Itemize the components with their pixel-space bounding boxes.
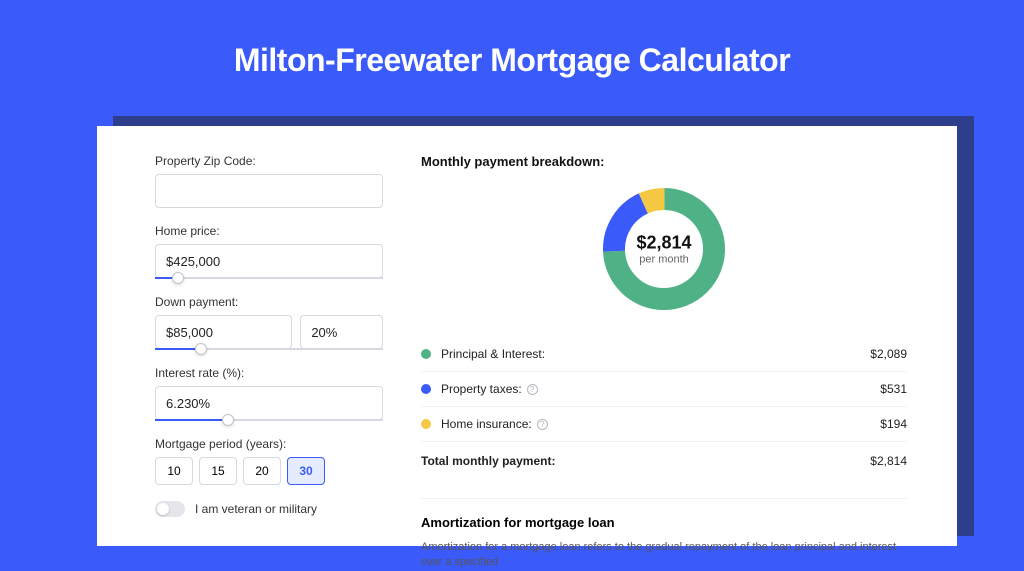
down-field: Down payment:: [155, 295, 383, 350]
row-value: $2,089: [870, 347, 907, 361]
info-icon[interactable]: ?: [537, 419, 548, 430]
rate-input[interactable]: [155, 386, 383, 420]
price-slider-thumb[interactable]: [172, 272, 184, 284]
zip-input[interactable]: [155, 174, 383, 208]
amort-text: Amortization for a mortgage loan refers …: [421, 540, 907, 571]
page-title: Milton-Freewater Mortgage Calculator: [0, 0, 1024, 79]
payment-donut: $2,814 per month: [598, 183, 730, 315]
total-value: $2,814: [870, 454, 907, 468]
row-label: Principal & Interest:: [441, 347, 870, 361]
donut-container: $2,814 per month: [421, 183, 907, 315]
period-30[interactable]: 30: [287, 457, 325, 485]
row-label: Home insurance: ?: [441, 417, 880, 431]
period-options: 10 15 20 30: [155, 457, 383, 485]
row-label-text: Home insurance:: [441, 417, 532, 431]
price-input[interactable]: [155, 244, 383, 278]
donut-value: $2,814: [636, 233, 691, 254]
row-taxes: Property taxes: ? $531: [421, 372, 907, 407]
output-panel: Monthly payment breakdown: $2,814 per mo…: [393, 126, 957, 546]
veteran-row: I am veteran or military: [155, 501, 383, 517]
row-value: $531: [880, 382, 907, 396]
price-label: Home price:: [155, 224, 383, 238]
period-field: Mortgage period (years): 10 15 20 30: [155, 437, 383, 485]
row-value: $194: [880, 417, 907, 431]
row-total: Total monthly payment: $2,814: [421, 442, 907, 478]
total-label: Total monthly payment:: [421, 454, 870, 468]
period-label: Mortgage period (years):: [155, 437, 383, 451]
rate-slider[interactable]: [155, 419, 383, 421]
rate-label: Interest rate (%):: [155, 366, 383, 380]
row-insurance: Home insurance: ? $194: [421, 407, 907, 442]
period-20[interactable]: 20: [243, 457, 281, 485]
veteran-toggle[interactable]: [155, 501, 185, 517]
donut-center: $2,814 per month: [636, 233, 691, 266]
amort-title: Amortization for mortgage loan: [421, 515, 907, 530]
info-icon[interactable]: ?: [527, 384, 538, 395]
veteran-label: I am veteran or military: [195, 502, 317, 516]
dot-icon: [421, 349, 431, 359]
price-field: Home price:: [155, 224, 383, 279]
period-10[interactable]: 10: [155, 457, 193, 485]
price-slider[interactable]: [155, 277, 383, 279]
down-slider[interactable]: [155, 348, 383, 350]
period-15[interactable]: 15: [199, 457, 237, 485]
amortization-section: Amortization for mortgage loan Amortizat…: [421, 498, 907, 571]
calculator-card: Property Zip Code: Home price: Down paym…: [97, 126, 957, 546]
down-slider-thumb[interactable]: [195, 343, 207, 355]
down-amount-input[interactable]: [155, 315, 292, 349]
zip-field: Property Zip Code:: [155, 154, 383, 208]
down-label: Down payment:: [155, 295, 383, 309]
row-label-text: Property taxes:: [441, 382, 522, 396]
dot-icon: [421, 384, 431, 394]
dot-icon: [421, 419, 431, 429]
rate-field: Interest rate (%):: [155, 366, 383, 421]
rate-slider-thumb[interactable]: [222, 414, 234, 426]
breakdown-title: Monthly payment breakdown:: [421, 154, 907, 169]
row-label: Property taxes: ?: [441, 382, 880, 396]
zip-label: Property Zip Code:: [155, 154, 383, 168]
row-principal: Principal & Interest: $2,089: [421, 337, 907, 372]
down-pct-input[interactable]: [300, 315, 383, 349]
row-label-text: Principal & Interest:: [441, 347, 545, 361]
donut-sub: per month: [636, 254, 691, 266]
input-panel: Property Zip Code: Home price: Down paym…: [97, 126, 393, 546]
